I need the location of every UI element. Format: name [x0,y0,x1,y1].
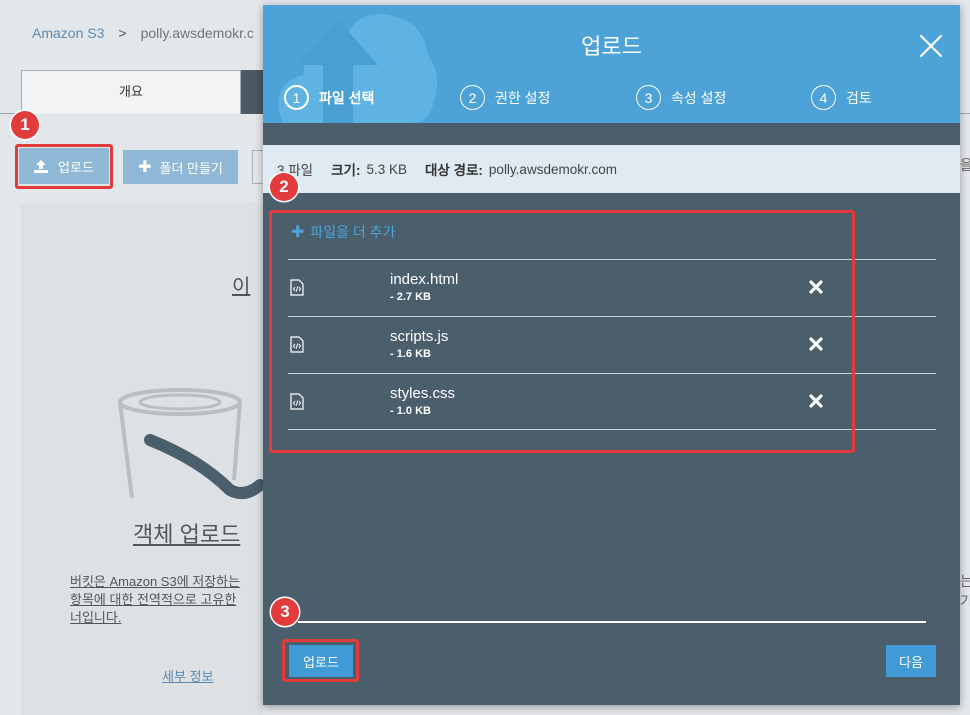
size-value: 5.3 KB [366,161,407,177]
breadcrumb: Amazon S3 > polly.awsdemokr.c [32,25,254,41]
bg-right-text: 을 는 기 [960,155,970,611]
step-number: 2 [460,85,485,110]
step-set-permissions[interactable]: 2 권한 설정 [460,85,550,110]
highlight-bg-upload [15,144,113,189]
create-folder-button[interactable]: ✚ 폴더 만들기 [123,150,238,184]
create-folder-label: 폴더 만들기 [159,160,223,176]
plus-icon: ✚ [138,159,152,176]
step-select-files[interactable]: 1 파일 선택 [284,85,374,110]
modal-title: 업로드 [581,34,642,59]
step-number: 3 [636,85,661,110]
step-set-properties[interactable]: 3 속성 설정 [636,85,726,110]
breadcrumb-separator: > [118,25,127,41]
tab-overview[interactable]: 개요 [21,70,241,114]
step-label: 검토 [846,89,872,106]
next-button[interactable]: 다음 [886,645,936,677]
bg-right-glyph: 는 [960,573,970,589]
callout-badge-3: 3 [271,598,299,626]
bg-right-glyph: 을 [960,157,970,173]
breadcrumb-amazon-s3[interactable]: Amazon S3 [32,25,104,41]
bucket-illustration-icon [118,388,265,500]
more-info-link[interactable]: 세부 정보 [162,666,213,685]
callout-badge-2: 2 [270,173,298,201]
step-label: 권한 설정 [495,89,551,106]
step-review[interactable]: 4 검토 [811,85,872,110]
modal-header: 업로드 1 파일 선택 2 권한 설정 3 속성 설정 4 검토 [263,5,960,123]
step-number: 4 [811,85,836,110]
close-icon[interactable] [918,33,944,59]
bucket-description-line: 버킷은 Amazon S3에 저장하는 [70,574,241,589]
size-label: 크기: [331,163,361,178]
step-label: 파일 선택 [319,89,375,106]
footer-divider [298,621,926,623]
highlight-file-list [269,210,855,453]
destination-label: 대상 경로: [424,163,483,178]
callout-badge-1: 1 [11,111,39,139]
breadcrumb-bucket[interactable]: polly.awsdemokr.c [141,25,254,41]
bucket-description-line: 항목에 대한 전역적으로 고유한 [70,592,237,607]
upload-summary: 3 파일 크기: 5.3 KB 대상 경로: polly.awsdemokr.c… [263,145,960,193]
bucket-description-line: 너입니다. [70,610,122,625]
bg-panel-title: 이 [232,276,251,298]
bucket-description: 버킷은 Amazon S3에 저장하는 항목에 대한 전역적으로 고유한 너입니… [70,573,262,627]
object-upload-title: 객체 업로드 [133,522,241,547]
tab-properties[interactable] [241,70,263,114]
step-label: 속성 설정 [671,89,727,106]
step-number: 1 [284,85,309,110]
destination-value: polly.awsdemokr.com [488,161,617,177]
wizard-steps: 1 파일 선택 2 권한 설정 3 속성 설정 4 검토 [263,85,960,111]
highlight-upload-button [282,639,359,682]
bg-right-glyph: 기 [960,593,970,609]
